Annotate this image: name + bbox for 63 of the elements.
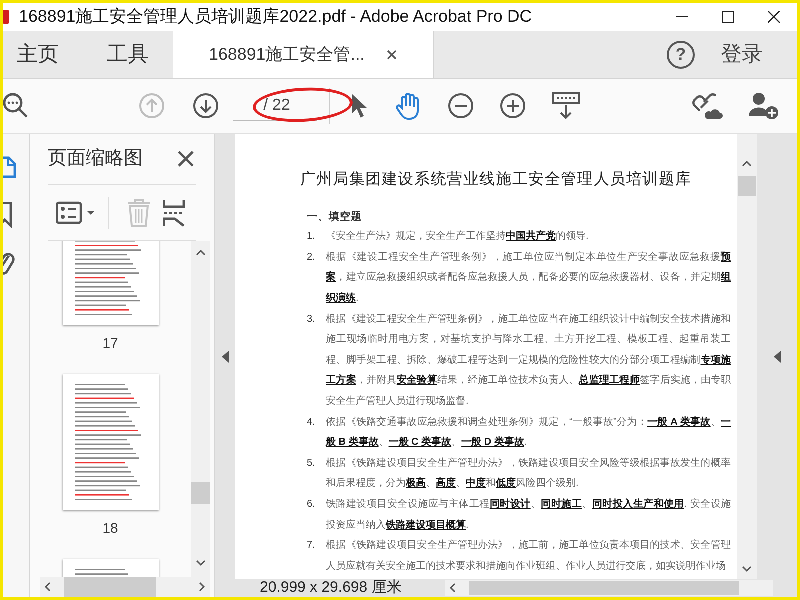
panel-title: 页面缩略图 [48, 146, 143, 171]
question-text: 铁路建设项目安全设施应与主体工程同时设计、同时施工、同时投入生产和使用. 安全设施投资应当纳入铁路建设项目概算. [326, 498, 731, 533]
zoom-in-icon[interactable] [500, 93, 526, 119]
question-text: 根据《铁路建设项目安全生产管理办法》，铁路建设项目安全风险等级根据事故发生的概率和后果程度，分为极高、高度、中度和低度风险四个级别. [326, 456, 731, 492]
keyboard-arrow-icon[interactable] [552, 92, 580, 120]
scrollbar-thumb[interactable] [64, 577, 156, 597]
link-cloud-icon[interactable] [691, 92, 723, 120]
page-icon[interactable] [3, 156, 17, 180]
page-size-label: 20.999 x 29.698 厘米 [260, 578, 402, 597]
down-arrow-icon[interactable] [193, 93, 219, 119]
add-user-icon[interactable] [749, 92, 779, 120]
question-text: 依据《铁路交通事故应急救援和调查处理条例》规定，“一般事故”分为：一般 A 类事故、一般 B 类事故、一般 C 类事故、一般 D 类事故. [326, 416, 731, 450]
hand-icon[interactable] [396, 92, 422, 120]
scroll-left-icon[interactable] [449, 583, 457, 593]
item-number: 2. [307, 250, 316, 265]
document-scrollbar[interactable] [737, 134, 757, 579]
item-number: 5. [307, 456, 316, 471]
tab[interactable]: 主页 [3, 31, 83, 78]
scroll-down-icon[interactable] [196, 559, 206, 567]
collapse-left-icon[interactable] [222, 350, 228, 362]
page-number-field[interactable]: / 22 [233, 91, 317, 121]
item-number: 4. [307, 416, 316, 430]
help-button[interactable]: ? [667, 40, 695, 68]
login-button[interactable]: 登录 [721, 38, 763, 70]
horizontal-scrollbar[interactable] [40, 577, 210, 597]
app-icon [3, 9, 11, 25]
document-horizontal-scrollbar[interactable] [445, 580, 773, 596]
question-text: 《安全生产法》规定，安全生产工作坚持中国共产党的领导. [326, 230, 590, 244]
page-extract-icon[interactable] [163, 198, 185, 226]
scroll-down-icon[interactable] [742, 565, 752, 573]
scrollbar-thumb[interactable] [191, 482, 210, 504]
scroll-right-icon[interactable] [198, 582, 206, 592]
zoom-out-icon[interactable] [448, 93, 474, 119]
minimize-icon [676, 16, 688, 18]
scrollbar-thumb[interactable] [469, 581, 739, 595]
tab[interactable]: 工具 [83, 31, 173, 78]
close-icon [768, 11, 780, 23]
options-menu-icon[interactable] [56, 200, 96, 224]
cursor-icon[interactable] [350, 93, 368, 119]
page-number-label: 17 [102, 334, 118, 353]
document-title: 广州局集团建设系统营业线施工安全管理人员培训题库 [299, 170, 693, 190]
close-tab-icon[interactable] [386, 50, 397, 60]
item-number: 6. [307, 498, 316, 512]
scroll-up-icon[interactable] [742, 160, 752, 168]
search-icon[interactable] [3, 93, 29, 119]
tab[interactable]: 168891施工安全管... [173, 31, 434, 78]
question-text: 根据《铁路建设项目安全生产管理办法》，施工前，施工单位负责本项目的技术、安全管理人员应就有关安全施工的技术要求和措施向作业班组、作业人员进行交底，如实说明作业场 [326, 538, 731, 574]
section-heading: 一、填空题 [307, 210, 363, 226]
scroll-left-icon[interactable] [44, 582, 52, 592]
item-number: 1. [307, 230, 316, 244]
question-text: 根据《建设工程安全生产管理条例》，施工单位应当制定本单位生产安全事故应急救援预案，建立应急救援组织或者配备应急救援人员，配备必要的应急救援器材、设备，并定期组织演练. [326, 250, 731, 306]
page-thumbnail[interactable] [62, 374, 158, 510]
vertical-scrollbar[interactable] [191, 241, 210, 577]
item-number: 7. [307, 539, 316, 554]
maximize-icon [722, 11, 734, 23]
scroll-up-icon[interactable] [196, 249, 206, 257]
close-panel-button[interactable] [176, 149, 196, 169]
collapse-right-icon[interactable] [774, 350, 780, 362]
item-number: 3. [307, 312, 316, 327]
page-number-label: 18 [102, 519, 118, 538]
window-title: 168891施工安全管理人员培训题库2022.pdf - Adobe Acrobat Pro DC [19, 6, 532, 28]
question-text: 根据《建设工程安全生产管理条例》，施工单位应当在施工组织设计中编制安全技术措施和施工现场临时用电方案，对基坑支护与降水工程、土方开挖工程、模板工程、起重吊装工程、脚手架工程、拆除、爆破工程等达到一定规模的危险性较大的分部分项工程编制专项施工方案，并附具安全验算结果，经施工单位技术负责人、总监理工程师签字后实施，由专职安全生产管理人员进行现场监督. [326, 312, 731, 409]
scrollbar-thumb[interactable] [738, 176, 756, 196]
